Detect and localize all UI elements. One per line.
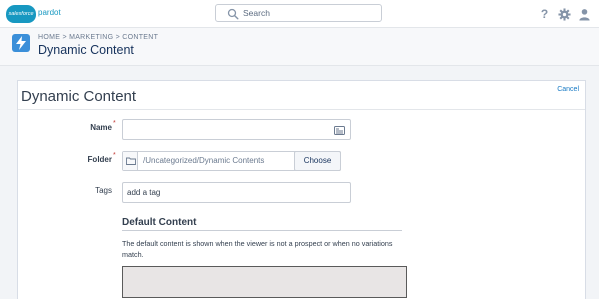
gear-icon[interactable]: [558, 7, 571, 21]
folder-label: Folder: [87, 155, 112, 164]
help-icon[interactable]: ?: [538, 7, 551, 21]
name-field[interactable]: [122, 119, 351, 140]
tags-input[interactable]: add a tag: [122, 182, 351, 203]
page-header: HOME > MARKETING > CONTENT Dynamic Conte…: [0, 28, 599, 66]
contact-card-icon[interactable]: [334, 126, 345, 135]
panel-divider: [18, 109, 585, 110]
default-content-editor[interactable]: [122, 266, 407, 298]
name-required-marker: *: [113, 120, 116, 127]
lightning-icon: [12, 34, 30, 52]
tags-label: Tags: [95, 186, 112, 195]
search-placeholder: Search: [243, 8, 270, 18]
name-label: Name: [90, 123, 112, 132]
top-icons: ?: [538, 5, 591, 23]
page-title: Dynamic Content: [38, 43, 134, 57]
search-icon: [227, 8, 239, 20]
default-content-description: The default content is shown when the vi…: [122, 239, 393, 259]
breadcrumb[interactable]: HOME > MARKETING > CONTENT: [38, 34, 158, 41]
tags-placeholder: add a tag: [127, 188, 161, 197]
cancel-link[interactable]: Cancel: [557, 86, 579, 93]
default-content-divider: [122, 230, 402, 231]
pardot-label: pardot: [38, 8, 61, 17]
salesforce-logo[interactable]: salesforce: [6, 5, 36, 23]
panel-title: Dynamic Content: [21, 88, 137, 105]
user-icon[interactable]: [578, 7, 591, 21]
choose-button[interactable]: Choose: [294, 151, 341, 171]
folder-required-marker: *: [113, 152, 116, 159]
folder-icon: [123, 152, 138, 170]
default-content-heading: Default Content: [122, 217, 197, 228]
top-bar: salesforce pardot Search ?: [0, 0, 599, 28]
logo-text: salesforce: [8, 11, 34, 17]
search-input[interactable]: Search: [215, 4, 382, 22]
dynamic-content-panel: Dynamic Content Cancel Name * Folder * /…: [17, 80, 586, 299]
folder-path: /Uncategorized/Dynamic Contents: [143, 156, 265, 165]
